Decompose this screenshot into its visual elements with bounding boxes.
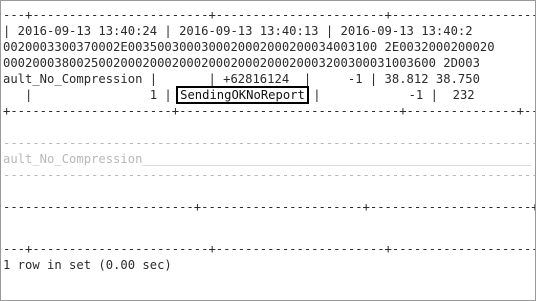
terminal-window: ---+------------------------+-----------… [0, 0, 536, 301]
table-border-mid: +----------------------+----------------… [3, 104, 535, 118]
hex-row-1: 0020003300370002E00350030003000200020002… [3, 40, 495, 54]
table-border-top: ---+------------------------+-----------… [3, 8, 535, 22]
status-row: | 1 | SendingOKNoReport | -1 | 232 [3, 86, 535, 104]
result-summary: 1 row in set (0.00 sec) [3, 258, 172, 272]
faded-row: ault_No_Compression_____________________… [3, 152, 532, 166]
query-output: ---+------------------------+-----------… [3, 7, 535, 299]
dashed-row-1: ----------------------------------------… [3, 136, 535, 150]
dashed-row-2: ----------------------------------------… [3, 168, 535, 182]
timestamps-row: | 2016-09-13 13:40:24 | 2016-09-13 13:40… [3, 24, 473, 38]
table-border-bottom-1: --------------------------+-------------… [3, 200, 535, 214]
compression-row: ault_No_Compression | | +62816124 | -1 |… [3, 72, 480, 86]
status-suffix: | -1 | 232 [305, 88, 475, 102]
highlighted-status: SendingOKNoReport [176, 86, 309, 104]
status-prefix: | 1 | [3, 88, 180, 102]
hex-row-2: 0002000380025002000200020002000200020002… [3, 56, 480, 70]
table-border-bottom-2: ---+------------------------+-----------… [3, 242, 535, 256]
